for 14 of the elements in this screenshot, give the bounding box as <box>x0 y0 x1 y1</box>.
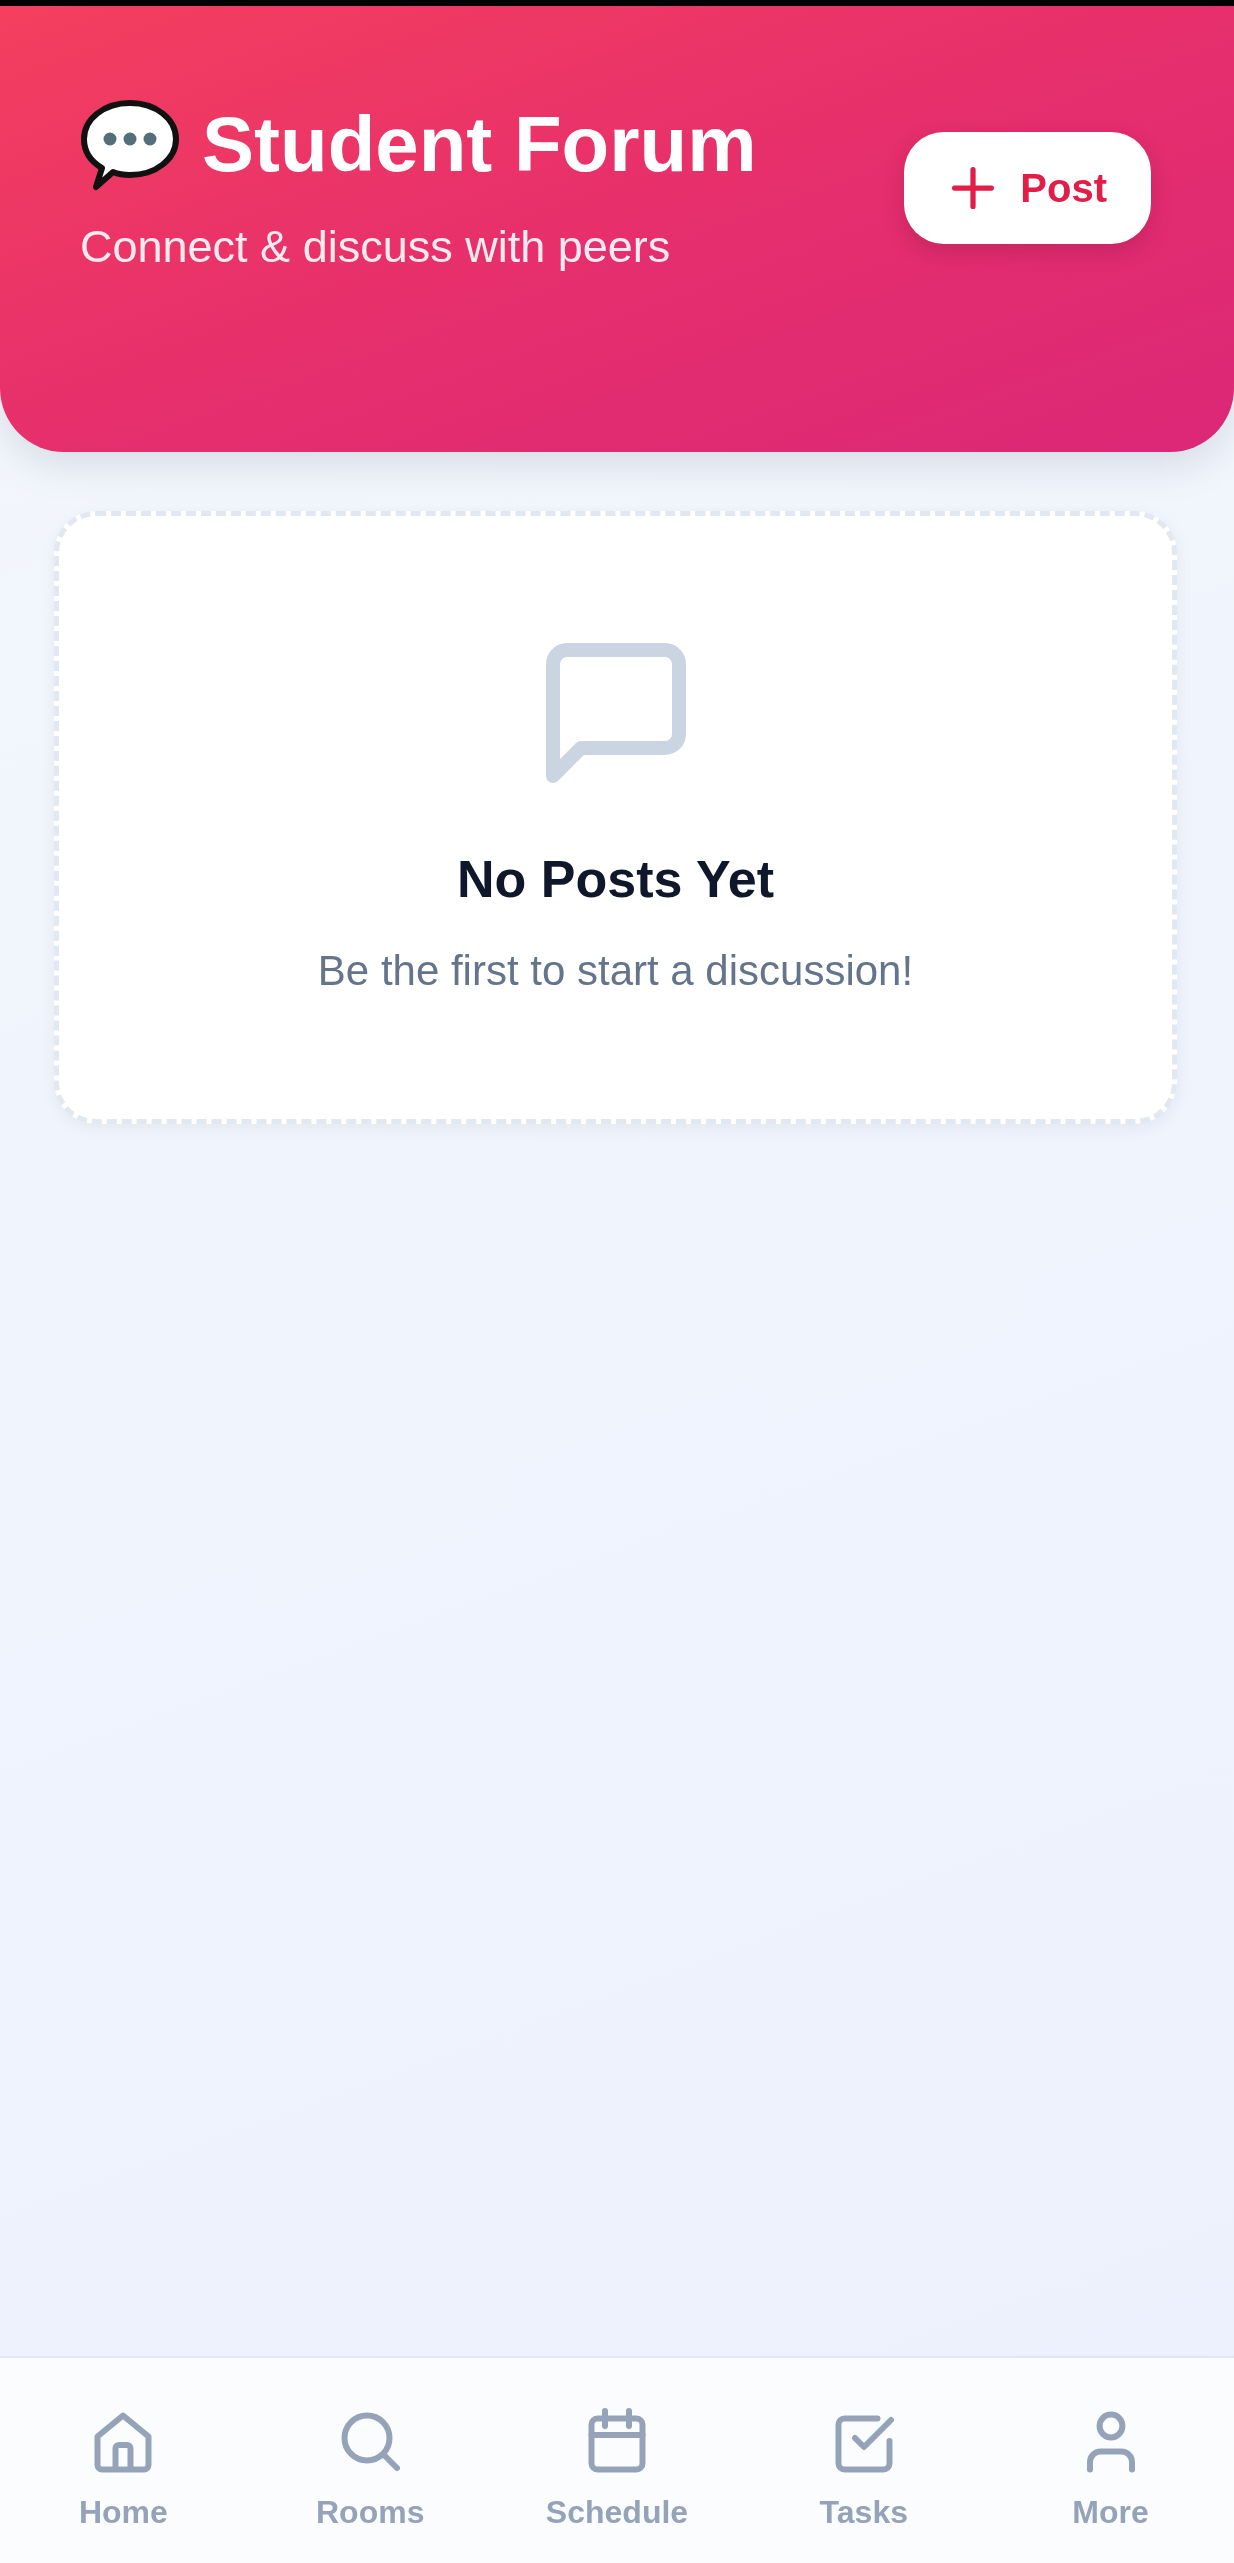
nav-tab[interactable]: Rooms <box>315 2358 425 2531</box>
nav-tab[interactable]: More <box>1072 2358 1149 2531</box>
calendar-icon <box>587 2408 647 2474</box>
nav-tab[interactable]: Schedule <box>545 2358 689 2531</box>
empty-state-title: No Posts Yet <box>457 849 774 910</box>
empty-state-message: Be the first to start a discussion! <box>317 946 914 997</box>
page-subtitle: Connect & discuss with peers <box>80 219 672 274</box>
plus-icon <box>952 167 995 209</box>
speech-bubble-icon <box>80 98 180 191</box>
nav-tab[interactable]: Home <box>78 2358 168 2531</box>
page-title: Student Forum <box>202 99 757 190</box>
nav-tab[interactable]: Tasks <box>819 2358 908 2531</box>
new-post-button[interactable]: Post <box>904 132 1151 244</box>
chat-bubble-icon <box>545 643 686 783</box>
